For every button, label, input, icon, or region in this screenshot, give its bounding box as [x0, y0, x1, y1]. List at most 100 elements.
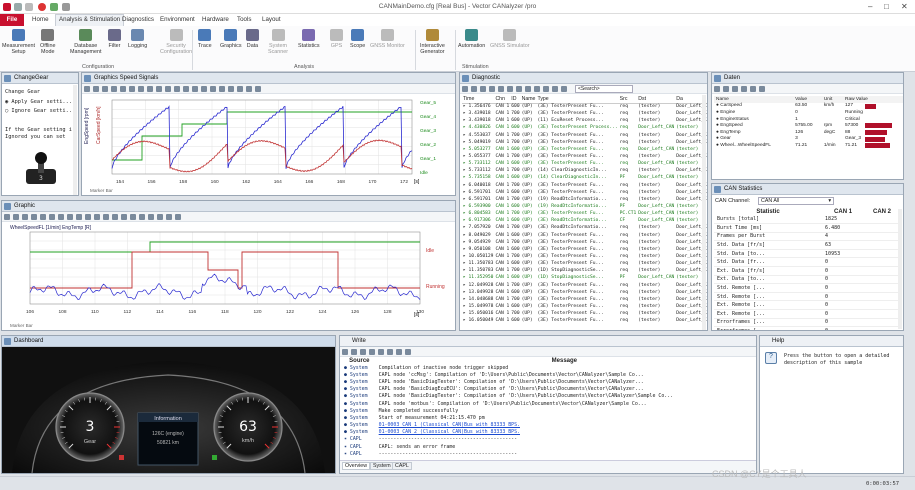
- table-row[interactable]: ▸ 12.049928 CAN 1 700 (UP) (3E) TesterPresen…: [462, 282, 707, 289]
- table-row[interactable]: ▸ 6.917306 CAN 1 600 (UP) (3E) ReadDtcInform…: [462, 217, 707, 224]
- table-row[interactable]: ▸ 8.049029 CAN 1 600 (UP) (3E) TesterPresent…: [462, 232, 707, 239]
- menu-home[interactable]: Home: [32, 16, 49, 23]
- table-row[interactable]: ▸ 11.352950 CAN 1 600 (UP) (1D) StopDiagnost…: [462, 274, 707, 281]
- table-row[interactable]: Std. Remote [... 0: [714, 292, 900, 302]
- table-row[interactable]: Frames per Burst 4: [714, 232, 900, 242]
- ribbon-button-interactive[interactable]: Interactive Generator: [420, 29, 445, 55]
- close-icon[interactable]: ✕: [901, 2, 908, 11]
- speed-signals-plot[interactable]: EngSpeed [rpm] CarSpeed [km/h] Gear_5 Gea…: [82, 94, 455, 195]
- table-row[interactable]: ● Gear 3 Gear_3: [714, 136, 903, 143]
- table-row[interactable]: ▸ 3.439018 CAN 1 600 (UP) (11) EcuReset Proc…: [462, 117, 707, 124]
- table-row[interactable]: ▸ 9.054929 CAN 1 700 (UP) (3E) TesterPresent…: [462, 239, 707, 246]
- table-row[interactable]: Std. Data [to... 10953: [714, 249, 900, 259]
- menu-layout[interactable]: Layout: [262, 16, 281, 23]
- list-item[interactable]: ● System CAPL node 'BasicDiagTester': Com…: [342, 378, 752, 385]
- table-row[interactable]: ▸ 5.049019 CAN 1 700 (UP) (3E) TesterPresent…: [462, 139, 707, 146]
- menu-diagnostics[interactable]: Diagnostics: [122, 16, 154, 23]
- ribbon-button-scope[interactable]: Scope: [350, 29, 365, 49]
- gear-lever-icon[interactable]: 3: [24, 151, 58, 185]
- column-header[interactable]: ID: [510, 95, 521, 104]
- gear-apply-radio[interactable]: ◉ Apply Gear setti...: [5, 99, 72, 105]
- menu-hardware[interactable]: Hardware: [202, 16, 229, 23]
- table-row[interactable]: ▸ 6.591701 CAN 1 600 (UP) (3E) TesterPresent…: [462, 189, 707, 196]
- table-row[interactable]: ● EngSpeed 5755.00 rpm 57300: [714, 122, 903, 129]
- ribbon-button-data[interactable]: Data: [246, 29, 259, 49]
- table-row[interactable]: ▸ 1.356476 CAN 1 600 (UP) (3E) TesterPresent…: [462, 103, 707, 110]
- column-header[interactable]: Time: [462, 95, 495, 104]
- menu-analysis[interactable]: Analysis & Stimulation: [55, 14, 125, 26]
- table-row[interactable]: ▸ 5.733112 CAN 1 600 (UP) (3E) TesterPresent…: [462, 160, 707, 167]
- column-header[interactable]: Type: [536, 95, 619, 104]
- table-row[interactable]: Std. Remote [... 0: [714, 283, 900, 293]
- table-row[interactable]: ▸ 14.048688 CAN 1 700 (UP) (3E) TesterPresen…: [462, 296, 707, 303]
- menu-tools[interactable]: Tools: [237, 16, 251, 23]
- table-row[interactable]: ▸ 4.430826 CAN 1 600 (UP) (3E) TesterPresent…: [462, 124, 707, 131]
- list-item[interactable]: ✶ CAPL CAPL: sends an error frame: [342, 443, 752, 450]
- can-channel-select[interactable]: CAN All ▾: [758, 197, 834, 205]
- table-row[interactable]: Burst Time [ms] 6.480: [714, 223, 900, 233]
- list-item[interactable]: ● System CAPL node 'ccMsg': Compilation o…: [342, 371, 752, 378]
- ribbon-button-graphics[interactable]: Graphics: [220, 29, 242, 49]
- table-row[interactable]: ▸ 11.350783 CAN 1 600 (UP) (3E) TesterPresen…: [462, 260, 707, 267]
- table-row[interactable]: ▸ 15.049978 CAN 1 600 (UP) (3E) TesterPresen…: [462, 303, 707, 310]
- column-header[interactable]: Chn: [494, 95, 511, 104]
- table-row[interactable]: ▸ 7.057920 CAN 1 700 (UP) (3E) ReadDtcInform…: [462, 224, 707, 231]
- tab-capl[interactable]: CAPL: [392, 462, 412, 470]
- ribbon-button-automation[interactable]: Automation: [458, 29, 485, 49]
- table-row[interactable]: ▸ 13.049928 CAN 1 600 (UP) (3E) TesterPresen…: [462, 289, 707, 296]
- column-header[interactable]: Src: [618, 95, 638, 104]
- list-item[interactable]: ● System Start of measurement 04:21:15.47…: [342, 414, 752, 421]
- gear-ignore-radio[interactable]: ○ Ignore Gear setti...: [5, 108, 75, 114]
- trace-toolbar[interactable]: <Search>: [460, 84, 707, 94]
- ribbon-button-security[interactable]: Security Configuration: [160, 29, 192, 55]
- menu-environment[interactable]: Environment: [160, 16, 195, 23]
- table-row[interactable]: ▸ 6.804583 CAN 1 700 (UP) (3E) TesterPresent…: [462, 210, 707, 217]
- graphics-toolbar[interactable]: [82, 84, 455, 94]
- scrollbar[interactable]: [702, 95, 706, 330]
- table-row[interactable]: ▸ 11.350783 CAN 1 700 (UP) (1D) StopDiagnost…: [462, 267, 707, 274]
- help-button[interactable]: ?: [765, 352, 777, 364]
- table-row[interactable]: ▸ 5.735158 CAN 1 600 (UP) (14) ClearDiagnost…: [462, 174, 707, 181]
- column-header[interactable]: Unit: [821, 96, 843, 103]
- table-row[interactable]: ▸ 5.055377 CAN 1 700 (UP) (3E) TesterPresent…: [462, 153, 707, 160]
- table-row[interactable]: ▸ 15.050016 CAN 1 700 (UP) (3E) TesterPresen…: [462, 310, 707, 317]
- table-row[interactable]: Ext. Data [fr/s] 0: [714, 266, 900, 276]
- table-row[interactable]: ● EngTemp 126 degC 88: [714, 129, 903, 136]
- column-header[interactable]: Name: [520, 95, 537, 104]
- tab-system[interactable]: System: [370, 462, 394, 470]
- table-row[interactable]: ▸ 6.591701 CAN 1 700 (UP) (19) ReadDtcInform…: [462, 196, 707, 203]
- scrollbar[interactable]: [73, 85, 77, 195]
- ribbon-button-offline[interactable]: Offline Mode: [40, 29, 55, 55]
- table-row[interactable]: ▸ 3.439018 CAN 1 700 (UP) (3E) TesterPresent…: [462, 110, 707, 117]
- list-item[interactable]: ✶ CAPL ----------------------------------…: [342, 436, 752, 443]
- ribbon-button-system[interactable]: System Scanner: [268, 29, 288, 55]
- column-header[interactable]: Raw Value: [843, 96, 903, 103]
- list-item[interactable]: ● System CAPL node 'BasicDiagTester': Com…: [342, 393, 752, 400]
- table-row[interactable]: ▸ 16.050049 CAN 1 600 (UP) (3E) TesterPresen…: [462, 317, 707, 324]
- list-item[interactable]: ● System Make completed successfully: [342, 407, 752, 414]
- maximize-icon[interactable]: □: [884, 2, 889, 11]
- list-item[interactable]: ✶ CAPL ----------------------------------…: [342, 450, 752, 457]
- table-row[interactable]: Bursts [total] 1825: [714, 215, 900, 225]
- column-header[interactable]: Dst: [637, 95, 676, 104]
- column-header[interactable]: Name: [714, 96, 794, 103]
- table-row[interactable]: ▸ 10.050129 CAN 1 700 (UP) (3E) TesterPresen…: [462, 253, 707, 260]
- table-row[interactable]: ▸ 5.053277 CAN 1 600 (UP) (3E) TesterPresent…: [462, 146, 707, 153]
- search-input[interactable]: <Search>: [575, 85, 633, 93]
- graphic-plot[interactable]: WheelSpeedFL [1/min] EngTemp [R] Idle Ru…: [2, 222, 455, 330]
- ribbon-button-trace[interactable]: Trace: [198, 29, 212, 49]
- table-row[interactable]: ▸ 9.050108 CAN 1 600 (UP) (3E) TesterPresent…: [462, 246, 707, 253]
- ribbon-button-statistics[interactable]: Statistics: [298, 29, 320, 49]
- ribbon-button-gnss-simulator[interactable]: GNSS Simulator: [490, 29, 530, 49]
- minimize-icon[interactable]: –: [868, 2, 872, 11]
- column-header[interactable]: Value: [793, 96, 822, 103]
- table-row[interactable]: Errorframes [...0: [714, 318, 900, 328]
- table-row[interactable]: Ext. Data [to... 0: [714, 275, 900, 285]
- table-row[interactable]: ● Engine 0 Running: [714, 109, 903, 116]
- table-row[interactable]: Errorframes [...0: [714, 326, 900, 330]
- ribbon-button-logging[interactable]: Logging: [128, 29, 147, 49]
- ribbon-button-measurement[interactable]: Measurement Setup: [2, 29, 35, 55]
- table-row[interactable]: Std. Data [fr/s] 63: [714, 240, 900, 250]
- table-row[interactable]: ● Wheel...WheelSpeedFL 71.21 1/min 71.21: [714, 142, 903, 149]
- table-row[interactable]: Ext. Remote [... 0: [714, 300, 900, 311]
